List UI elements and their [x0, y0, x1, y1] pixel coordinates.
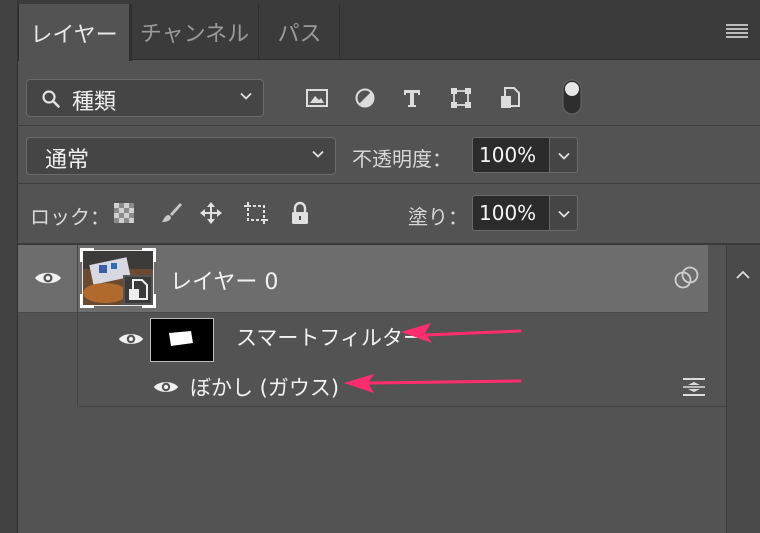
lock-image-pixels-icon[interactable] [158, 200, 184, 226]
annotation-arrow [344, 374, 522, 393]
divider [18, 183, 760, 184]
tab-layers[interactable]: レイヤー [18, 4, 130, 61]
layer-name[interactable]: レイヤー 0 [170, 264, 278, 296]
tab-channels[interactable]: チャンネル [131, 4, 259, 60]
filter-toggle-icon[interactable] [562, 79, 582, 115]
layer-thumbnail[interactable] [80, 248, 156, 308]
tab-paths[interactable]: パス [260, 4, 340, 60]
left-panel-border [0, 0, 18, 533]
chevron-down-icon [312, 150, 324, 158]
panel-menu-icon[interactable] [726, 24, 748, 38]
chevron-down-icon [240, 92, 252, 100]
filter-kind-label: 種類 [72, 90, 117, 115]
layers-scrollbar[interactable] [726, 245, 760, 533]
filter-blending-options-icon[interactable] [682, 377, 706, 397]
opacity-dropdown-button[interactable] [550, 137, 578, 173]
image-filter-icon[interactable] [305, 86, 329, 110]
opacity-label: 不透明度： [352, 147, 452, 171]
type-filter-icon[interactable] [400, 86, 424, 110]
lock-label: ロック： [30, 205, 110, 229]
lock-artboard-icon[interactable] [242, 200, 270, 226]
eye-icon[interactable] [152, 378, 180, 396]
opacity-input[interactable]: 100% [472, 137, 550, 173]
fill-input[interactable]: 100% [472, 195, 550, 231]
eye-icon[interactable] [117, 330, 145, 348]
eye-icon[interactable] [33, 269, 63, 287]
blend-mode-value: 通常 [45, 148, 90, 173]
fill-label: 塗り： [408, 205, 468, 229]
filter-name[interactable]: ぼかし (ガウス) [190, 372, 339, 402]
smart-object-filter-icon[interactable] [498, 86, 522, 110]
chevron-down-icon [558, 152, 570, 160]
annotation-arrow [401, 323, 522, 343]
smart-filter-indicator-icon[interactable] [674, 266, 700, 290]
fill-dropdown-button[interactable] [550, 195, 578, 231]
lock-all-icon[interactable] [288, 200, 312, 226]
chevron-up-icon[interactable] [735, 269, 751, 281]
adjustment-filter-icon[interactable] [353, 86, 377, 110]
shape-filter-icon[interactable] [448, 86, 474, 110]
filter-kind-dropdown[interactable]: 種類 [26, 79, 264, 117]
smart-object-badge-icon [125, 277, 151, 303]
divider [18, 125, 760, 126]
filter-mask-thumbnail[interactable] [150, 318, 214, 362]
lock-position-icon[interactable] [198, 200, 224, 226]
chevron-down-icon [558, 210, 570, 218]
lock-transparent-pixels-icon[interactable] [113, 202, 135, 224]
blend-mode-dropdown[interactable]: 通常 [26, 137, 336, 175]
search-icon [42, 90, 60, 108]
